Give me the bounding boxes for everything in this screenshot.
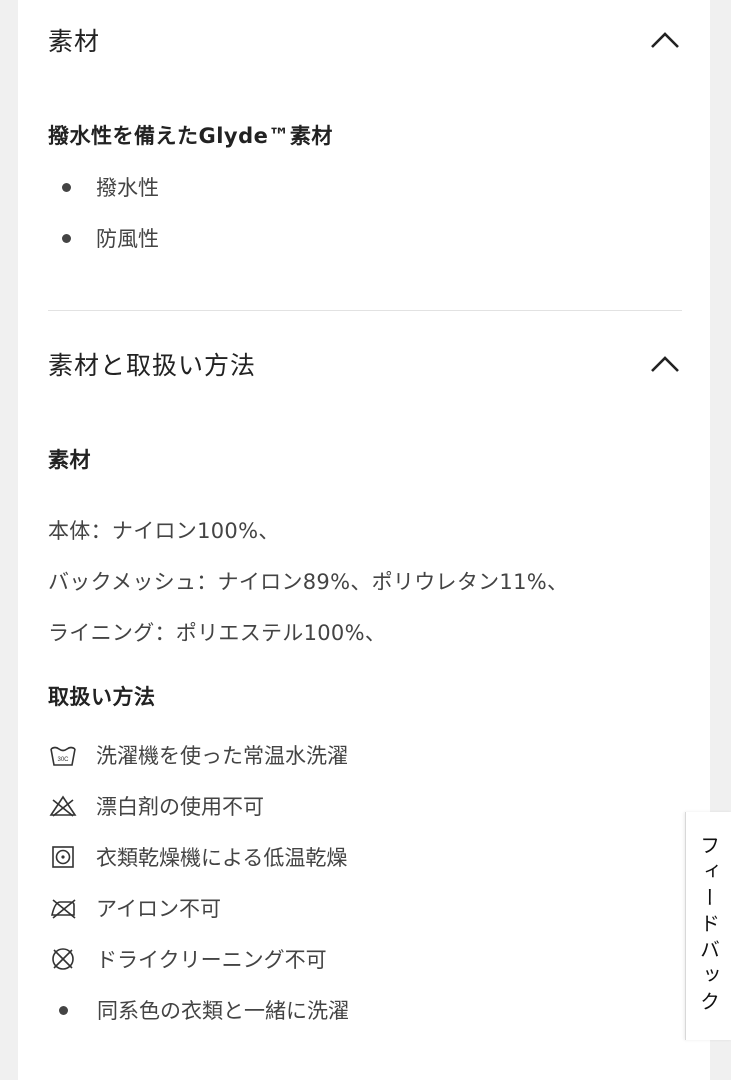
- care-item: 漂白剤の使用不可: [48, 791, 264, 821]
- section-title: 素材と取扱い方法: [48, 351, 257, 380]
- care-heading: 取扱い方法: [48, 685, 156, 709]
- material-subheading: 撥水性を備えたGlyde™素材: [48, 124, 333, 148]
- no-iron-icon: [48, 895, 78, 921]
- care-item: アイロン不可: [48, 893, 221, 923]
- section-header-material-care[interactable]: 素材と取扱い方法: [48, 346, 680, 382]
- chevron-up-icon[interactable]: [650, 354, 680, 374]
- wash-30c-icon: 30C: [48, 742, 78, 768]
- bullet-icon: [62, 233, 71, 243]
- material-line: ライニング：ポリエステル100%、: [48, 621, 387, 645]
- material-line: 本体：ナイロン100%、: [48, 519, 280, 543]
- care-item: ドライクリーニング不可: [48, 944, 327, 974]
- bullet-icon: [62, 182, 71, 192]
- feedback-tab[interactable]: フィードバック: [685, 812, 731, 1040]
- list-item: 防風性: [62, 223, 159, 253]
- product-details-panel: 素材 撥水性を備えたGlyde™素材 撥水性 防風性 素材と取扱い方法 素材 本…: [18, 0, 710, 1080]
- section-header-material[interactable]: 素材: [48, 22, 680, 58]
- care-item: 衣類乾燥機による低温乾燥: [48, 842, 347, 872]
- care-item: 30C 洗濯機を使った常温水洗濯: [48, 740, 348, 770]
- material-line: バックメッシュ：ナイロン89%、ポリウレタン11%、: [48, 570, 569, 594]
- material-heading: 素材: [48, 448, 91, 472]
- care-item: 同系色の衣類と一緒に洗濯: [48, 995, 349, 1025]
- svg-text:30C: 30C: [57, 757, 69, 763]
- chevron-up-icon[interactable]: [650, 30, 680, 50]
- bullet-icon: [59, 1005, 68, 1015]
- no-dry-clean-icon: [48, 946, 78, 972]
- no-bleach-icon: [48, 793, 78, 819]
- list-item: 撥水性: [62, 172, 159, 202]
- feedback-label: フィードバック: [696, 835, 721, 1017]
- divider: [48, 310, 682, 311]
- tumble-dry-low-icon: [48, 844, 78, 870]
- section-title: 素材: [48, 27, 101, 56]
